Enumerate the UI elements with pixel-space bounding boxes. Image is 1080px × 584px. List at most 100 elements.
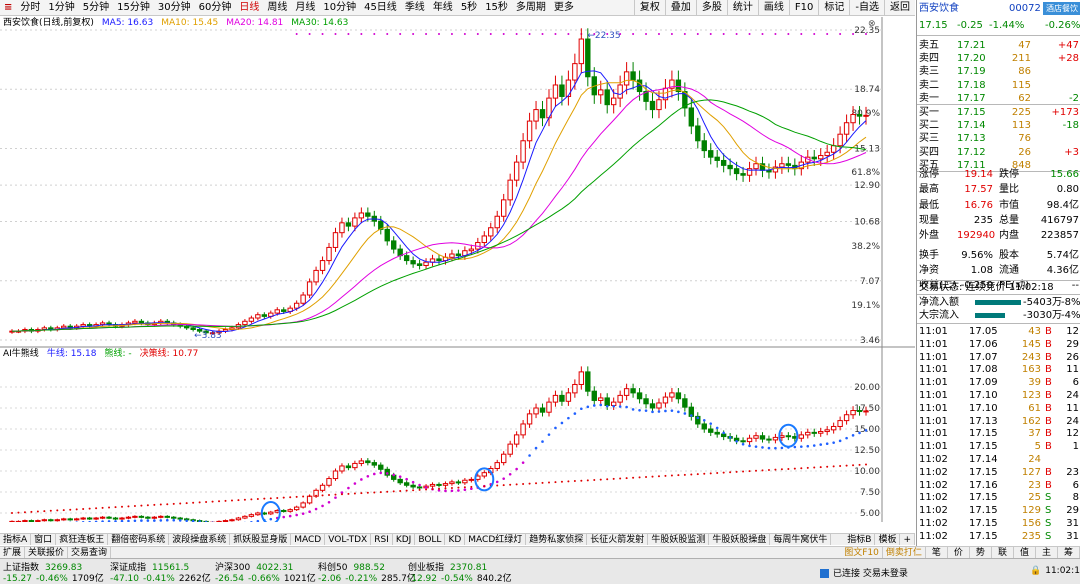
toolbar-button[interactable]: 统计	[726, 0, 758, 16]
period-tab[interactable]: 1分钟	[44, 0, 78, 16]
menu-icon[interactable]: ≡	[0, 0, 16, 16]
indicator-tab[interactable]: KDJ	[393, 534, 416, 545]
decision-line-dot	[315, 494, 318, 497]
toolbar-button[interactable]: F10	[788, 0, 818, 16]
quote-cell: 17.20	[957, 53, 986, 65]
quote-tab[interactable]: 值	[1014, 547, 1036, 558]
tick-row: 11:02 17.15 25 S 8	[917, 491, 1080, 504]
indicator-tab[interactable]: 模板	[875, 534, 901, 545]
bull-line-dot	[411, 480, 415, 484]
signal-dot	[709, 33, 712, 35]
quote-cell: 17.13	[969, 415, 998, 427]
toolbar-button[interactable]: 多股	[695, 0, 727, 16]
quote-cell: 23	[1028, 479, 1041, 491]
indicator-tab[interactable]: 指标A	[0, 534, 32, 545]
period-tab[interactable]: 分时	[16, 0, 44, 16]
indicator-tab[interactable]: RSI	[371, 534, 393, 545]
bull-line-dot	[735, 440, 738, 443]
period-tab[interactable]: 5分钟	[79, 0, 113, 16]
ask-row: 卖五 17.21 47 +47	[917, 39, 1080, 52]
period-tab[interactable]: 15分钟	[113, 0, 154, 16]
industry-badge[interactable]: 酒店餐饮	[1043, 2, 1080, 15]
quote-cell: B	[1045, 466, 1052, 478]
period-tab[interactable]: 15秒	[481, 0, 512, 16]
quote-tab[interactable]: 笔	[926, 547, 948, 558]
indicator-tab[interactable]: VOL-TDX	[325, 534, 372, 545]
kline-chart[interactable]: 22.3518.7415.1312.9010.687.073.4680.9%61…	[0, 17, 915, 522]
extension-tab[interactable]: 关联报价	[25, 547, 69, 558]
status-bar: 上证指数 3269.83 -15.27 -0.46% 1709亿 深证成指 11561.5-…	[0, 558, 1080, 584]
indicator-tab[interactable]: MACD红绿灯	[465, 534, 527, 545]
period-tab[interactable]: 季线	[401, 0, 429, 16]
chart-close-icon[interactable]: ⊗	[868, 19, 876, 29]
indicator-tab[interactable]: 疯狂连板王	[56, 534, 109, 545]
indicator-tab[interactable]: 趋势私家侦探	[526, 534, 588, 545]
indicator-tab[interactable]: 抓妖股显身版	[230, 534, 292, 545]
quote-tab[interactable]: 价	[948, 547, 970, 558]
period-tab[interactable]: 60分钟	[195, 0, 236, 16]
price-tick: 10.68	[854, 218, 880, 228]
quote-cell: 11:01	[919, 441, 948, 453]
f10-tab[interactable]: 图文F10	[841, 547, 883, 558]
indicator-tab[interactable]: 窗口	[31, 534, 57, 545]
decision-line-dot	[95, 507, 98, 510]
ask-row: 卖四 17.20 211 +28	[917, 52, 1080, 65]
divider	[917, 104, 1080, 105]
toolbar-button[interactable]: -自选	[849, 0, 884, 16]
stat-row: 涨停 19.14 跌停 15.66	[917, 168, 1080, 181]
indicator-tab[interactable]: 翻倍密码系统	[108, 534, 170, 545]
bull-line-dot	[392, 473, 396, 477]
quote-tab[interactable]: 联	[992, 547, 1014, 558]
quote-tab[interactable]: 势	[970, 547, 992, 558]
bull-line-dot	[858, 431, 861, 435]
toolbar-button[interactable]: 画线	[757, 0, 789, 16]
indicator-tab[interactable]: 指标B	[844, 534, 876, 545]
decision-line-dot	[522, 482, 525, 485]
quote-cell: B	[1045, 326, 1052, 337]
period-tab[interactable]: 多周期	[512, 0, 550, 16]
quote-tab[interactable]: 主	[1036, 547, 1058, 558]
f10-sub-tab[interactable]: 倒卖打仁	[883, 547, 926, 558]
toolbar-button[interactable]: 返回	[884, 0, 915, 16]
indicator-tab[interactable]: BOLL	[415, 534, 446, 545]
bid-row: 买三 17.13 76	[917, 132, 1080, 145]
toolbar-button[interactable]: 叠加	[664, 0, 696, 16]
period-tab[interactable]: 30分钟	[154, 0, 195, 16]
indicator-tab[interactable]: 牛股妖股操盘	[709, 534, 771, 545]
index-amt: 1709亿	[71, 574, 104, 584]
tick-row: 11:01 17.09 39 B 6	[917, 376, 1080, 389]
quote-cell: 17.09	[969, 377, 998, 389]
period-tab[interactable]: 月线	[291, 0, 319, 16]
toolbar-button[interactable]: 标记	[818, 0, 849, 16]
decision-line-dot	[425, 488, 428, 491]
indicator-tab[interactable]: KD	[445, 534, 466, 545]
period-tab[interactable]: 日线	[235, 0, 263, 16]
period-tab[interactable]: 年线	[429, 0, 457, 16]
quote-tab[interactable]: 筹	[1058, 547, 1080, 558]
signal-dot	[657, 33, 660, 35]
indicator-tab[interactable]: 每周牛窝伏牛	[770, 534, 832, 545]
indicator-tab[interactable]: 牛股妖股监测	[648, 534, 710, 545]
quote-cell: -5403万	[1023, 297, 1063, 308]
toolbar-button[interactable]: 复权	[633, 0, 665, 16]
period-tab[interactable]: 更多	[550, 0, 578, 16]
bull-line-dot	[748, 444, 751, 448]
quote-cell: -4%	[1061, 310, 1080, 321]
period-tab[interactable]: 10分钟	[319, 0, 360, 16]
decision-line-dot	[114, 506, 117, 509]
index-chg: -47.10	[110, 574, 140, 584]
quote-cell: +28	[1057, 53, 1079, 65]
indicator-tab[interactable]: MACD	[291, 534, 326, 545]
indicator-tab[interactable]: +	[900, 534, 915, 545]
bull-line-dot	[625, 405, 628, 409]
extension-tab[interactable]: 交易查询	[68, 547, 112, 558]
quote-cell: 127	[1021, 466, 1041, 478]
extension-tab[interactable]: 扩展	[0, 547, 26, 558]
indicator-tab[interactable]: 波段操盘系统	[169, 534, 231, 545]
period-tab[interactable]: 45日线	[360, 0, 401, 16]
block-inflow-row: 大宗流入 -3030万 -4%	[917, 309, 1080, 322]
period-tab[interactable]: 5秒	[457, 0, 481, 16]
period-tab[interactable]: 周线	[263, 0, 291, 16]
connection-status[interactable]: 已连接 交易未登录	[820, 566, 908, 579]
indicator-tab[interactable]: 长征火箭发射	[587, 534, 649, 545]
